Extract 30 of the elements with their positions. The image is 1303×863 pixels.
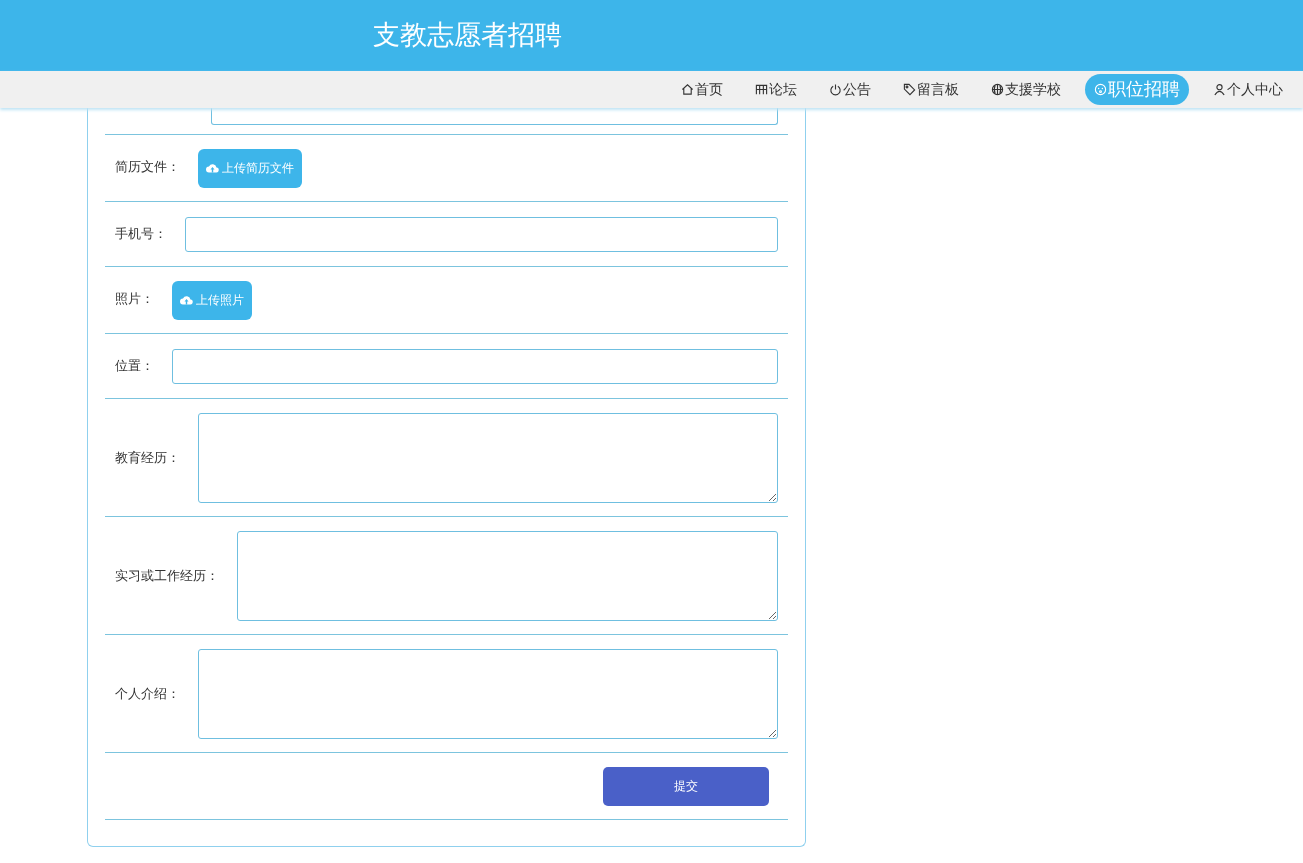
globe-icon: [991, 83, 1004, 96]
tag-icon: [903, 83, 916, 96]
field-label: 照片：: [115, 290, 154, 308]
field-label: 实习或工作经历：: [115, 566, 219, 585]
cloud-upload-icon: [206, 163, 219, 173]
nav-link[interactable]: 首页: [673, 75, 731, 104]
nav-link[interactable]: 公告: [821, 75, 879, 104]
nav-link[interactable]: 留言板: [895, 75, 967, 104]
power-icon: [829, 83, 842, 96]
cloud-upload-icon: [180, 295, 193, 305]
nav-link[interactable]: 支援学校: [983, 75, 1069, 104]
field-label: 教育经历：: [115, 448, 180, 467]
field-label: 手机号：: [115, 225, 167, 244]
grid-icon: [755, 83, 768, 96]
submit-button[interactable]: 提交: [603, 766, 769, 806]
face-icon: [1094, 83, 1107, 96]
user-icon: [1213, 83, 1226, 96]
nav-link[interactable]: 个人中心: [1205, 75, 1291, 104]
field-label: 简历文件：: [115, 158, 180, 176]
input-field[interactable]: [185, 216, 778, 252]
nav-link[interactable]: 论坛: [747, 75, 805, 104]
text-area[interactable]: [237, 530, 778, 621]
field-label: 个人介绍：: [115, 684, 180, 703]
text-area[interactable]: [198, 648, 778, 739]
input-field[interactable]: [172, 348, 778, 384]
field-label: 位置：: [115, 357, 154, 376]
input-field[interactable]: [211, 108, 778, 125]
site-title: 支教志愿者招聘: [373, 19, 562, 53]
home-icon: [681, 83, 694, 96]
text-area[interactable]: [198, 412, 778, 503]
